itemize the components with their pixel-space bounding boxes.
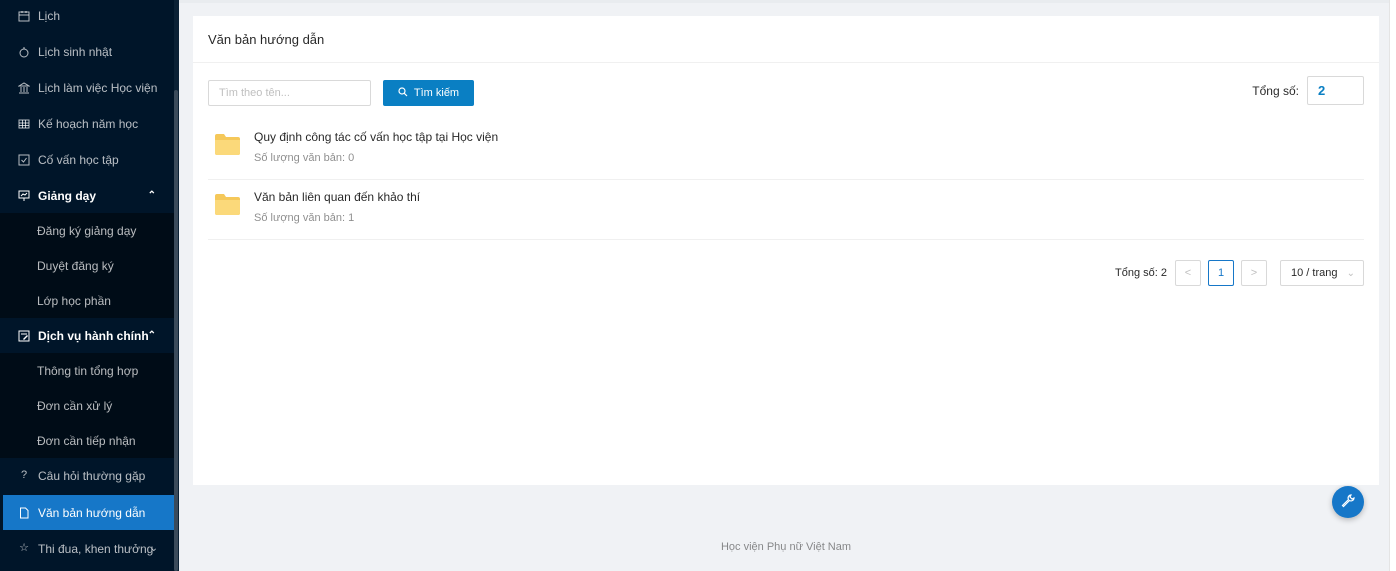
sidebar-item-label: Lịch <box>38 8 61 23</box>
sidebar-item-dang-ky-giang-day[interactable]: Đăng ký giảng dạy <box>0 213 174 248</box>
sidebar-item-label: Đăng ký giảng dạy <box>37 223 137 238</box>
sidebar-item-label: Đơn cần tiếp nhận <box>37 433 136 448</box>
sidebar-item-label: Lớp học phần <box>37 293 111 308</box>
sidebar: Lịch Lịch sinh nhật Lịch làm việc Học vi… <box>0 0 174 571</box>
bank-icon <box>18 81 30 94</box>
check-square-icon <box>18 154 30 166</box>
footer: Học viện Phụ nữ Việt Nam <box>720 541 852 553</box>
sidebar-item-label: Đơn cần xử lý <box>37 398 113 413</box>
sidebar-item-ke-hoach[interactable]: Kế hoạch năm học <box>0 106 174 141</box>
search-button[interactable]: Tìm kiếm <box>383 80 474 106</box>
sidebar-item-label: Duyệt đăng ký <box>37 258 114 273</box>
table-icon <box>18 118 30 130</box>
search-input[interactable] <box>208 80 371 106</box>
folder-item[interactable]: Quy định công tác cố vấn học tập tại Học… <box>208 120 1364 180</box>
folder-name: Quy định công tác cố vấn học tập tại Học… <box>254 130 499 144</box>
file-icon <box>18 507 30 519</box>
sidebar-item-van-ban-huong-dan[interactable]: Văn bản hướng dẫn <box>3 495 174 530</box>
folder-name: Văn bản liên quan đến khảo thí <box>254 190 421 204</box>
sidebar-item-lich[interactable]: Lịch <box>0 0 174 33</box>
calendar-icon <box>18 10 30 22</box>
folder-count: Số lượng văn bản: 1 <box>254 212 355 224</box>
sidebar-item-don-can-tiep-nhan[interactable]: Đơn cần tiếp nhận <box>0 423 174 458</box>
sidebar-item-don-can-xu-ly[interactable]: Đơn cần xử lý <box>0 388 174 423</box>
page-size-value: 10 / trang <box>1291 267 1338 279</box>
chevron-down-icon: ⌄ <box>149 543 158 554</box>
question-icon: ? <box>20 469 28 481</box>
sidebar-item-label: Thi đua, khen thưởng <box>38 541 154 556</box>
sidebar-item-thong-tin-tong-hop[interactable]: Thông tin tổng hợp <box>0 353 174 388</box>
search-button-label: Tìm kiếm <box>413 87 460 99</box>
page-title: Văn bản hướng dẫn <box>193 16 1379 63</box>
folder-count: Số lượng văn bản: 0 <box>254 152 355 164</box>
next-page-button[interactable]: > <box>1241 260 1267 286</box>
sidebar-item-label: Thông tin tổng hợp <box>37 363 139 378</box>
sidebar-item-co-van[interactable]: Cố vấn học tập <box>0 142 174 177</box>
chevron-down-icon: ⌄ <box>1346 267 1355 279</box>
sidebar-item-duyet-dang-ky[interactable]: Duyệt đăng ký <box>0 248 174 283</box>
settings-fab-button[interactable] <box>1332 486 1364 518</box>
form-icon <box>18 330 30 342</box>
page-1-button[interactable]: 1 <box>1208 260 1234 286</box>
sidebar-item-label: Dịch vụ hành chính <box>38 328 149 343</box>
sidebar-item-label: Lịch làm việc Học viện <box>38 80 158 95</box>
folder-item[interactable]: Văn bản liên quan đến khảo thí Số lượng … <box>208 180 1364 240</box>
total-count: Tổng số: 2 <box>1252 76 1364 105</box>
total-value: 2 <box>1307 76 1364 105</box>
total-label: Tổng số: <box>1252 83 1299 98</box>
chevron-up-icon: ⌃ <box>147 330 156 341</box>
fund-projection-icon <box>18 190 30 202</box>
sidebar-item-label: Câu hỏi thường gặp <box>38 468 146 483</box>
sidebar-item-label: Văn bản hướng dẫn <box>38 505 146 520</box>
sidebar-item-label: Lịch sinh nhật <box>38 44 113 59</box>
sidebar-scrollbar[interactable] <box>174 90 178 571</box>
sidebar-item-thi-dua[interactable]: ☆ Thi đua, khen thưởng ⌄ <box>0 531 174 566</box>
chevron-up-icon: ⌃ <box>147 190 156 201</box>
sidebar-item-dich-vu-hanh-chinh[interactable]: Dịch vụ hành chính ⌃ <box>0 318 174 353</box>
pagination: Tổng số: 2 < 1 > 10 / trang ⌄ <box>1115 260 1364 286</box>
sidebar-item-lich-sinh-nhat[interactable]: Lịch sinh nhật <box>0 34 174 69</box>
page-size-select[interactable]: 10 / trang ⌄ <box>1280 260 1364 286</box>
sidebar-item-giang-day[interactable]: Giảng dạy ⌃ <box>0 178 174 213</box>
prev-page-button[interactable]: < <box>1175 260 1201 286</box>
sidebar-item-label: Cố vấn học tập <box>38 152 119 167</box>
cake-icon <box>18 46 30 58</box>
folder-icon <box>215 134 240 155</box>
sidebar-item-lop-hoc-phan[interactable]: Lớp học phần <box>0 283 174 318</box>
top-divider <box>179 0 1389 3</box>
sidebar-item-lich-lam-viec[interactable]: Lịch làm việc Học viện <box>0 70 174 105</box>
pagination-total: Tổng số: 2 <box>1115 267 1167 279</box>
window-edge <box>1389 0 1396 571</box>
folder-icon <box>215 194 240 215</box>
sidebar-item-label: Giảng dạy <box>38 188 97 203</box>
star-icon: ☆ <box>19 542 29 554</box>
search-icon <box>398 86 408 100</box>
content-panel: Văn bản hướng dẫn Tìm kiếm Tổng số: 2 Qu… <box>193 16 1379 485</box>
wrench-icon <box>1341 493 1355 511</box>
sidebar-item-cau-hoi[interactable]: ? Câu hỏi thường gặp <box>0 458 174 493</box>
sidebar-item-label: Kế hoạch năm học <box>38 116 139 131</box>
